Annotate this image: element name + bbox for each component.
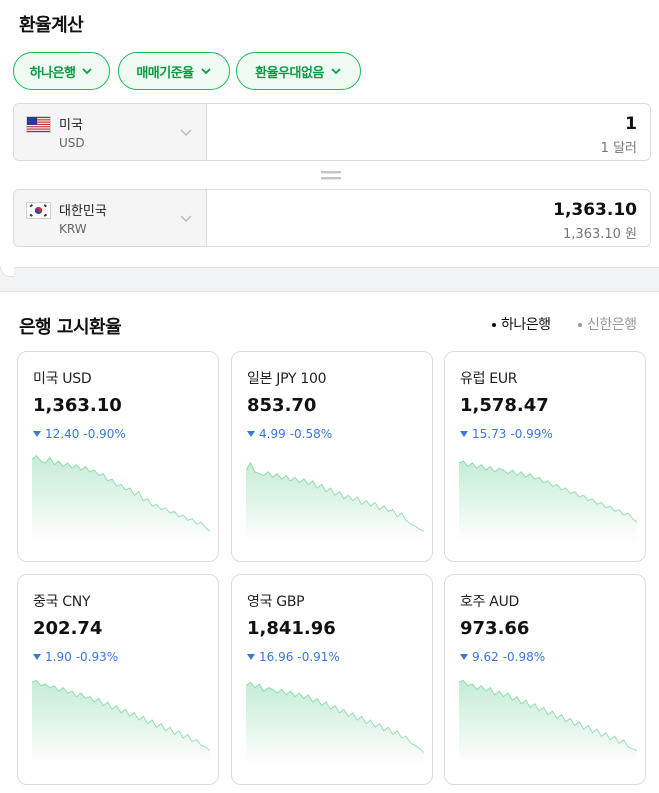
tab-hana-bank[interactable]: 하나은행 [492, 314, 551, 334]
sparkline-area [246, 462, 424, 542]
rate-change: 12.40 -0.90% [33, 427, 126, 441]
sparkline-chart [246, 461, 424, 542]
rate-change: 9.62 -0.98% [460, 650, 545, 664]
rate-change: 16.96 -0.91% [247, 650, 340, 664]
sparkline-chart [32, 679, 210, 765]
chip-label: 환율우대없음 [255, 65, 324, 81]
sparkline-area [32, 680, 210, 765]
rate-change: 1.90 -0.93% [33, 650, 118, 664]
change-percent: -0.98% [502, 650, 546, 664]
from-currency-select[interactable]: 미국 USD [14, 104, 207, 160]
change-value: 1.90 [45, 650, 72, 664]
korea-flag-icon [26, 202, 51, 219]
change-value: 12.40 [45, 427, 80, 441]
down-triangle-icon [247, 654, 255, 660]
rate-change: 4.99 -0.58% [247, 427, 332, 441]
tab-shinhan-bank[interactable]: 신한은행 [578, 314, 637, 334]
sparkline-chart [459, 679, 637, 765]
change-percent: -0.91% [297, 650, 340, 664]
currency-name: 일본 JPY 100 [247, 371, 327, 387]
preferential-rate-select-chip[interactable]: 환율우대없음 [236, 52, 361, 90]
from-currency-code: USD [59, 136, 85, 150]
rate-card-cny[interactable]: 중국 CNY 202.74 1.90 -0.93% [17, 574, 219, 785]
change-percent: -0.93% [75, 650, 119, 664]
rate-card-aud[interactable]: 호주 AUD 973.66 9.62 -0.98% [444, 574, 646, 785]
chevron-down-icon [180, 215, 192, 223]
rate-card-eur[interactable]: 유럽 EUR 1,578.47 15.73 -0.99% [444, 351, 646, 562]
currency-name: 유럽 EUR [460, 371, 518, 387]
change-value: 15.73 [472, 427, 507, 441]
from-amount-text: 1 달러 [600, 141, 637, 156]
down-triangle-icon [33, 654, 41, 660]
rate-card-usd[interactable]: 미국 USD 1,363.10 12.40 -0.90% [17, 351, 219, 562]
change-percent: -0.58% [289, 427, 333, 441]
exchange-rate: 202.74 [33, 618, 103, 639]
from-currency-row: 미국 USD 1 1 달러 [13, 103, 651, 161]
sparkline-chart [459, 460, 637, 542]
chevron-down-icon [82, 68, 93, 75]
rate-card-gbp[interactable]: 영국 GBP 1,841.96 16.96 -0.91% [231, 574, 433, 785]
change-percent: -0.90% [83, 427, 126, 441]
calculator-title: 환율계산 [19, 15, 84, 36]
down-triangle-icon [247, 431, 255, 437]
sparkline-area [459, 680, 637, 765]
down-triangle-icon [460, 654, 468, 660]
sparkline-area [32, 455, 210, 542]
currency-name: 호주 AUD [460, 594, 520, 610]
currency-name: 영국 GBP [247, 594, 305, 610]
bank-select-chip[interactable]: 하나은행 [13, 52, 110, 90]
sparkline-chart [246, 681, 424, 765]
bank-rates-title: 은행 고시환율 [19, 317, 122, 338]
section-divider [0, 267, 659, 292]
from-amount: 1 [625, 114, 637, 134]
to-amount-input[interactable]: 1,363.10 1,363.10 원 [207, 190, 650, 246]
exchange-rate: 1,363.10 [33, 395, 122, 416]
exchange-rate: 1,578.47 [460, 395, 549, 416]
rate-type-select-chip[interactable]: 매매기준율 [118, 52, 230, 90]
exchange-rate: 973.66 [460, 618, 530, 639]
inactive-dot-icon [578, 323, 582, 327]
chevron-down-icon [180, 129, 192, 137]
exchange-rate: 1,841.96 [247, 618, 336, 639]
exchange-rate: 853.70 [247, 395, 317, 416]
from-amount-input[interactable]: 1 1 달러 [207, 104, 650, 160]
chevron-down-icon [201, 68, 211, 75]
chip-label: 하나은행 [29, 65, 76, 81]
change-value: 16.96 [259, 650, 294, 664]
down-triangle-icon [460, 431, 468, 437]
to-currency-code: KRW [59, 222, 87, 236]
to-currency-row: 대한민국 KRW 1,363.10 1,363.10 원 [13, 189, 651, 247]
sparkline-area [246, 682, 424, 765]
sparkline-area [459, 461, 637, 542]
to-country-name: 대한민국 [59, 204, 107, 219]
currency-name: 미국 USD [33, 371, 92, 387]
change-value: 9.62 [472, 650, 499, 664]
change-percent: -0.99% [510, 427, 553, 441]
equals-icon [321, 171, 341, 180]
from-country-name: 미국 [59, 118, 83, 133]
sparkline-chart [32, 454, 210, 542]
to-amount: 1,363.10 [553, 200, 637, 220]
tab-label: 하나은행 [501, 317, 551, 333]
rate-card-jpy[interactable]: 일본 JPY 100 853.70 4.99 -0.58% [231, 351, 433, 562]
active-dot-icon [492, 323, 496, 327]
to-currency-select[interactable]: 대한민국 KRW [14, 190, 207, 246]
rate-change: 15.73 -0.99% [460, 427, 553, 441]
chevron-down-icon [331, 68, 341, 75]
currency-name: 중국 CNY [33, 594, 91, 610]
chip-label: 매매기준율 [136, 65, 194, 81]
down-triangle-icon [33, 431, 41, 437]
us-flag-icon [26, 116, 51, 133]
tab-label: 신한은행 [587, 317, 637, 333]
change-value: 4.99 [259, 427, 286, 441]
to-amount-text: 1,363.10 원 [563, 227, 637, 242]
